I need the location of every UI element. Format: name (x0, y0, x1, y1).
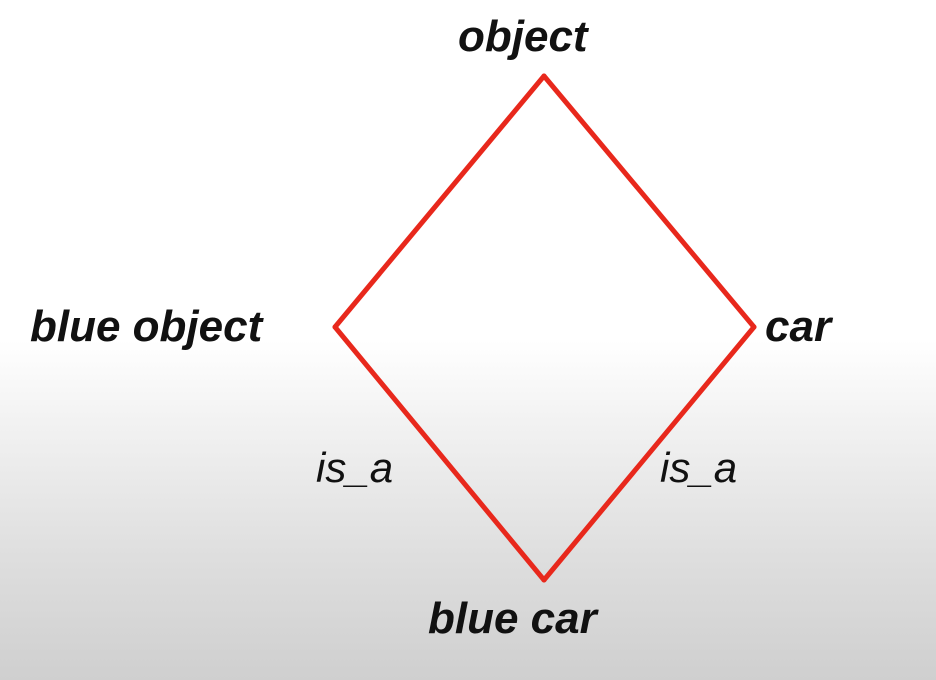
edge-label-is-a-right: is_a (660, 444, 738, 491)
node-object: object (458, 12, 588, 61)
edge-blue-object-to-object (332, 73, 547, 330)
node-blue-object: blue object (30, 302, 263, 351)
node-car: car (765, 302, 832, 351)
node-blue-car: blue car (428, 594, 597, 643)
edge-label-is-a-left: is_a (316, 444, 394, 491)
edge-object-to-car (541, 73, 757, 330)
